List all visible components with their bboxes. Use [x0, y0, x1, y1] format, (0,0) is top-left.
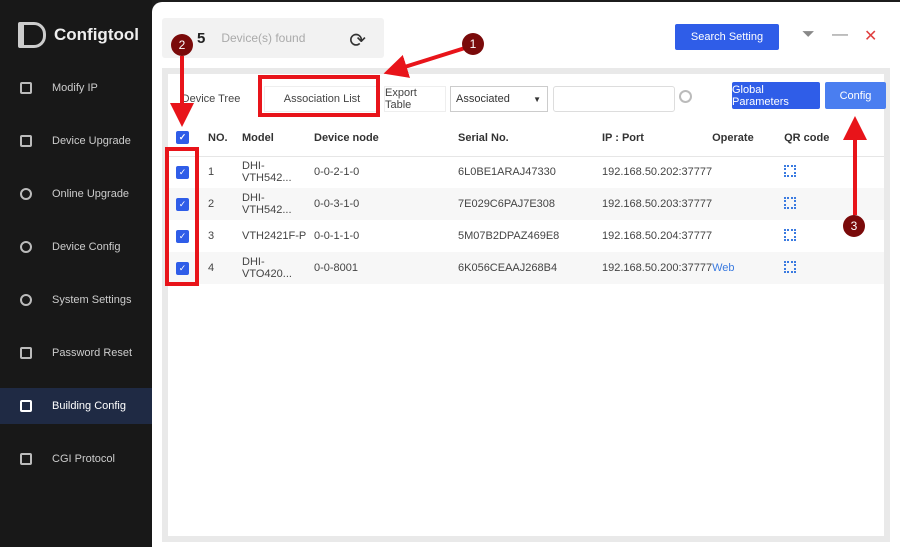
cell-no: 2 [208, 188, 242, 220]
sidebar-item-password-reset[interactable]: Password Reset [0, 335, 152, 371]
cell-model: VTH2421F-P [242, 230, 307, 242]
tab-device-tree[interactable]: Device Tree [178, 86, 244, 112]
table-row[interactable]: ✓ 4 DHI-VTO420... 0-0-8001 6K056CEAAJ268… [168, 252, 884, 284]
select-value: Associated [456, 93, 510, 105]
close-icon[interactable]: ✕ [864, 26, 877, 46]
row-checkbox[interactable]: ✓ [176, 229, 189, 243]
settings-icon [20, 294, 32, 306]
config-icon [20, 241, 32, 253]
dropdown-menu-icon[interactable]: ⏷ [802, 26, 815, 44]
select-all-checkbox[interactable]: ✓ [176, 131, 189, 145]
upgrade-icon [20, 135, 32, 147]
config-button[interactable]: Config [825, 82, 886, 109]
col-no: NO. [208, 120, 242, 157]
cell-serial: 5M07B2DPAZ469E8 [458, 230, 560, 242]
sidebar-item-modify-ip[interactable]: Modify IP [0, 70, 152, 106]
cell-model: DHI-VTO420... [242, 252, 314, 284]
qr-code-icon[interactable] [784, 228, 797, 241]
device-table: ✓ NO. Model Device node Serial No. IP : … [168, 120, 884, 284]
main-area: 5 Device(s) found ⟳ Search Setting ⏷ — ✕… [152, 2, 900, 547]
export-table-button[interactable]: Export Table [384, 86, 446, 112]
logo-icon [18, 22, 46, 48]
col-serial: Serial No. [458, 120, 602, 157]
sidebar-item-label: Building Config [52, 400, 126, 412]
sidebar: Configtool Modify IP Device Upgrade Onli… [0, 0, 152, 547]
cell-ip-port: 192.168.50.202:37777 [602, 166, 713, 179]
qr-code-icon[interactable] [784, 164, 797, 177]
col-ip-port: IP : Port [602, 120, 713, 157]
col-qr-code: QR code [784, 120, 884, 157]
sidebar-item-label: Modify IP [52, 82, 98, 94]
devices-found-panel: 5 Device(s) found ⟳ [162, 18, 384, 58]
cell-no: 3 [208, 230, 215, 242]
cell-ip-port: 192.168.50.203:37777 [602, 188, 713, 220]
qr-code-icon[interactable] [784, 196, 797, 209]
sidebar-item-device-config[interactable]: Device Config [0, 229, 152, 265]
lock-icon [20, 347, 32, 359]
cloud-upgrade-icon [20, 188, 32, 200]
app-logo: Configtool [18, 22, 139, 48]
row-checkbox[interactable]: ✓ [176, 261, 189, 275]
step-badge-1: 1 [462, 33, 484, 55]
cell-ip-port: 192.168.50.204:37777 [602, 230, 713, 242]
table-row[interactable]: ✓ 1 DHI-VTH542... 0-0-2-1-0 6L0BE1ARAJ47… [168, 156, 884, 188]
modify-ip-icon [20, 82, 32, 94]
col-device-node: Device node [314, 120, 458, 157]
cell-device-node: 0-0-1-1-0 [314, 230, 360, 242]
step-badge-2: 2 [171, 34, 193, 56]
web-link[interactable]: Web [712, 262, 734, 274]
sidebar-item-cgi-protocol[interactable]: CGI Protocol [0, 441, 152, 477]
sidebar-item-label: Online Upgrade [52, 188, 130, 200]
device-count: 5 [197, 29, 206, 47]
association-filter-select[interactable]: Associated ▼ [450, 86, 548, 112]
step-badge-3: 3 [843, 215, 865, 237]
sidebar-item-label: CGI Protocol [52, 453, 115, 465]
cell-serial: 7E029C6PAJ7E308 [458, 188, 602, 220]
qr-code-icon[interactable] [784, 260, 797, 273]
cell-device-node: 0-0-8001 [314, 252, 458, 284]
row-checkbox[interactable]: ✓ [176, 197, 189, 211]
cell-no: 4 [208, 252, 242, 284]
sidebar-item-system-settings[interactable]: System Settings [0, 282, 152, 318]
sidebar-item-label: Device Config [52, 241, 121, 253]
app-title: Configtool [54, 25, 139, 44]
col-operate: Operate [712, 120, 785, 157]
sidebar-item-label: Device Upgrade [52, 135, 131, 147]
content-panel: Device Tree Association List Export Tabl… [162, 68, 890, 542]
global-parameters-button[interactable]: Global Parameters [732, 82, 820, 109]
row-checkbox[interactable]: ✓ [176, 165, 189, 179]
cell-serial: 6K056CEAAJ268B4 [458, 252, 602, 284]
minimize-icon[interactable]: — [832, 26, 848, 44]
refresh-icon[interactable]: ⟳ [349, 28, 366, 53]
sidebar-item-label: Password Reset [52, 347, 133, 359]
sidebar-item-building-config[interactable]: Building Config [0, 388, 152, 424]
col-model: Model [242, 120, 314, 157]
cell-device-node: 0-0-2-1-0 [314, 166, 360, 179]
cell-device-node: 0-0-3-1-0 [314, 188, 458, 220]
cell-model: DHI-VTH542... [242, 160, 292, 185]
tab-association-list[interactable]: Association List [264, 86, 380, 112]
cell-serial: 6L0BE1ARAJ47330 [458, 166, 556, 179]
cell-model: DHI-VTH542... [242, 188, 314, 220]
sidebar-item-label: System Settings [52, 294, 132, 306]
sidebar-item-online-upgrade[interactable]: Online Upgrade [0, 176, 152, 212]
table-row[interactable]: ✓ 3 VTH2421F-P 0-0-1-1-0 5M07B2DPAZ469E8… [168, 220, 884, 252]
sidebar-item-device-upgrade[interactable]: Device Upgrade [0, 123, 152, 159]
cell-no: 1 [208, 166, 215, 179]
search-setting-button[interactable]: Search Setting [675, 24, 779, 50]
chevron-down-icon: ▼ [533, 94, 541, 104]
building-icon [20, 400, 32, 412]
cgi-icon [20, 453, 32, 465]
table-row[interactable]: ✓ 2 DHI-VTH542... 0-0-3-1-0 7E029C6PAJ7E… [168, 188, 884, 220]
cell-ip-port: 192.168.50.200:37777 [602, 252, 713, 284]
search-input[interactable] [553, 86, 675, 112]
devices-found-label: Device(s) found [221, 31, 306, 45]
search-icon[interactable] [679, 90, 692, 103]
